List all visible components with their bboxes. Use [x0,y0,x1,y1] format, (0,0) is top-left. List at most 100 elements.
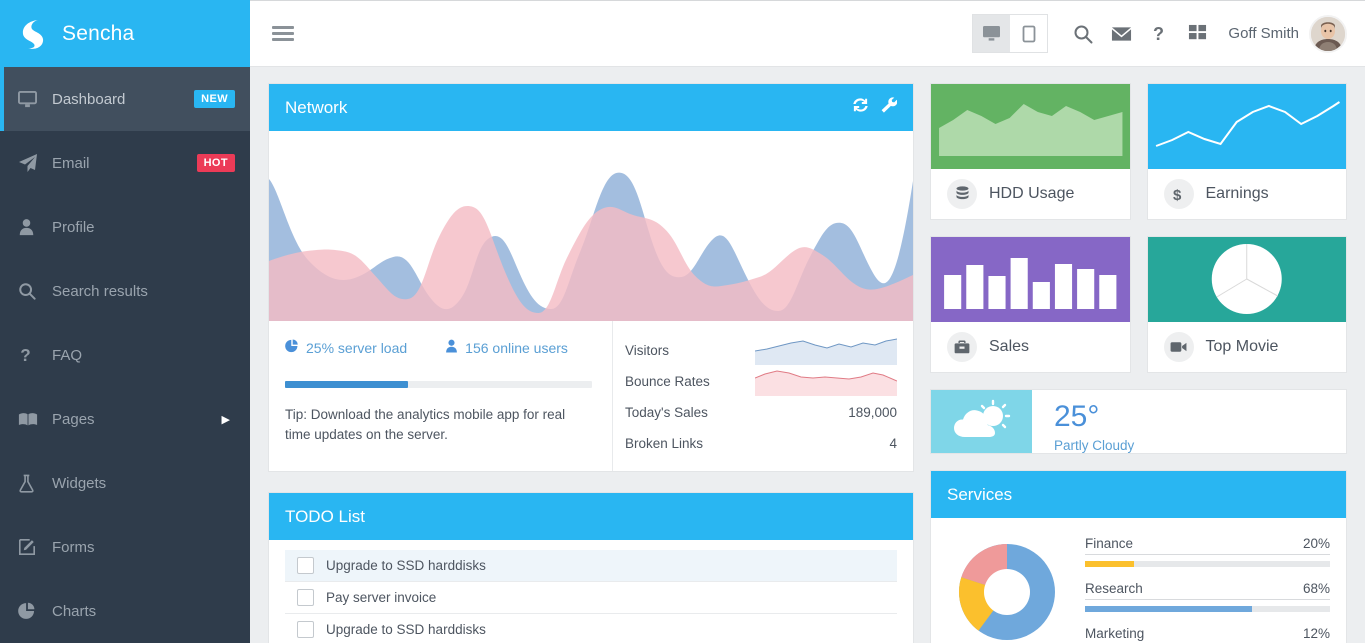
online-users-label: 156 online users [465,339,568,356]
service-percent: 12% [1302,626,1330,641]
sidebar-item-email[interactable]: Email HOT [0,131,250,195]
todo-checkbox[interactable] [297,621,314,638]
refresh-icon[interactable] [852,97,869,118]
stat-label: Today's Sales [625,405,708,420]
device-toggle [972,14,1049,53]
database-icon [947,179,977,209]
sidebar-nav: Dashboard NEW Email HOT Profile Search r… [0,67,250,643]
sencha-logo-icon [18,18,48,50]
stat-label: Visitors [625,343,670,358]
sidebar-item-label: Profile [52,218,95,236]
right-column: HDD Usage $ Earnings Sales Top Movie 25°… [930,83,1347,643]
book-icon [18,411,52,427]
desktop-icon[interactable] [973,15,1011,52]
sidebar-item-label: Search results [52,282,148,300]
svg-text:?: ? [20,346,30,365]
todo-checkbox[interactable] [297,589,314,606]
pie-chart-icon [18,602,52,620]
service-label: Finance [1085,536,1134,551]
user-icon [445,339,458,356]
earnings-footer: $ Earnings [1148,169,1347,219]
network-summary: 25% server load 156 online users Tip: Do… [269,321,613,471]
card-title: Earnings [1205,185,1269,202]
wrench-icon[interactable] [881,97,898,118]
service-item-marketing: Marketing 12% [1085,626,1330,643]
weather-widget[interactable]: 25° Partly Cloudy [930,389,1347,454]
bounce-rates-sparkline [754,368,898,396]
edit-square-icon [18,538,52,556]
sidebar-item-label: Dashboard [52,90,126,108]
todo-list-item[interactable]: Pay server invoice [285,582,897,614]
widget-cards-row-1: HDD Usage $ Earnings [930,83,1347,220]
sidebar-item-charts[interactable]: Charts [0,579,250,643]
service-item-finance: Finance 20% [1085,536,1330,567]
monitor-icon [18,90,52,109]
card-title: Sales [989,338,1030,355]
sales-card[interactable]: Sales [930,236,1131,373]
top-movie-footer: Top Movie [1148,322,1347,372]
todo-list-item[interactable]: Upgrade to SSD harddisks [285,550,897,582]
app-root: Sencha Dashboard NEW Email HOT Profile S… [0,0,1365,643]
sidebar-item-widgets[interactable]: Widgets [0,451,250,515]
panel-title: Network [285,97,348,117]
network-tip: Tip: Download the analytics mobile app f… [285,407,566,442]
hamburger-icon[interactable] [272,23,294,44]
stat-row-broken-links: Broken Links 4 [625,428,897,459]
sidebar-item-pages[interactable]: Pages ▶ [0,387,250,451]
network-panel: Network 25% server load 156 online users… [268,83,914,472]
service-percent: 20% [1302,536,1330,551]
online-users-stat: 156 online users [445,339,568,356]
todo-label: Pay server invoice [326,590,437,605]
svg-text:?: ? [1153,24,1164,44]
server-load-label: 25% server load [306,339,408,356]
sidebar-item-label: Widgets [52,474,107,492]
hdd-usage-graph [931,84,1130,169]
service-progress-fill [1085,606,1252,612]
search-icon[interactable] [1064,14,1102,54]
service-progress [1085,561,1330,567]
network-panel-tools [852,97,898,118]
search-icon [18,282,52,300]
sidebar-item-faq[interactable]: ? FAQ [0,323,250,387]
sidebar-item-profile[interactable]: Profile [0,195,250,259]
flask-icon [18,474,52,493]
todo-list-item[interactable]: Upgrade to SSD harddisks [285,614,897,643]
network-stats-list: Visitors Bounce Rates Today's Sales 189,… [613,321,913,471]
envelope-icon[interactable] [1102,14,1140,54]
widget-cards-row-2: Sales Top Movie [930,236,1347,373]
help-icon[interactable]: ? [1140,14,1178,54]
panel-title: TODO List [285,506,365,526]
service-item-research: Research 68% [1085,581,1330,612]
services-panel-header: Services [931,471,1346,518]
weather-text: 25° Partly Cloudy [1032,390,1134,454]
card-title: Top Movie [1205,338,1279,355]
status-badge: HOT [196,154,235,172]
sidebar-item-forms[interactable]: Forms [0,515,250,579]
earnings-card[interactable]: $ Earnings [1146,83,1347,220]
sidebar-item-search-results[interactable]: Search results [0,259,250,323]
grid-apps-icon[interactable] [1178,14,1216,54]
hdd-usage-card[interactable]: HDD Usage [930,83,1131,220]
todo-list: Upgrade to SSD harddisks Pay server invo… [269,540,913,643]
service-label: Research [1085,581,1143,596]
status-badge: NEW [194,90,235,108]
todo-checkbox[interactable] [297,557,314,574]
top-movie-card[interactable]: Top Movie [1146,236,1347,373]
sidebar-item-label: Forms [52,538,95,556]
pie-clock-icon [285,339,299,356]
top-movie-graph [1147,237,1346,322]
stat-row-bounce-rates: Bounce Rates [625,366,898,397]
avatar[interactable] [1309,14,1347,53]
todo-panel-header: TODO List [269,493,913,540]
user-icon [18,218,52,236]
user-name: Goff Smith [1228,25,1299,42]
stat-label: Broken Links [625,436,704,451]
stat-row-visitors: Visitors [625,335,898,366]
brand[interactable]: Sencha [0,0,250,67]
sidebar-item-label: Charts [52,602,97,620]
stat-label: Bounce Rates [625,374,710,389]
services-list: Finance 20% Research 68% Marketing 12% [1085,532,1330,643]
sales-graph [931,237,1130,322]
sidebar-item-dashboard[interactable]: Dashboard NEW [0,67,250,131]
tablet-icon[interactable] [1010,15,1048,52]
